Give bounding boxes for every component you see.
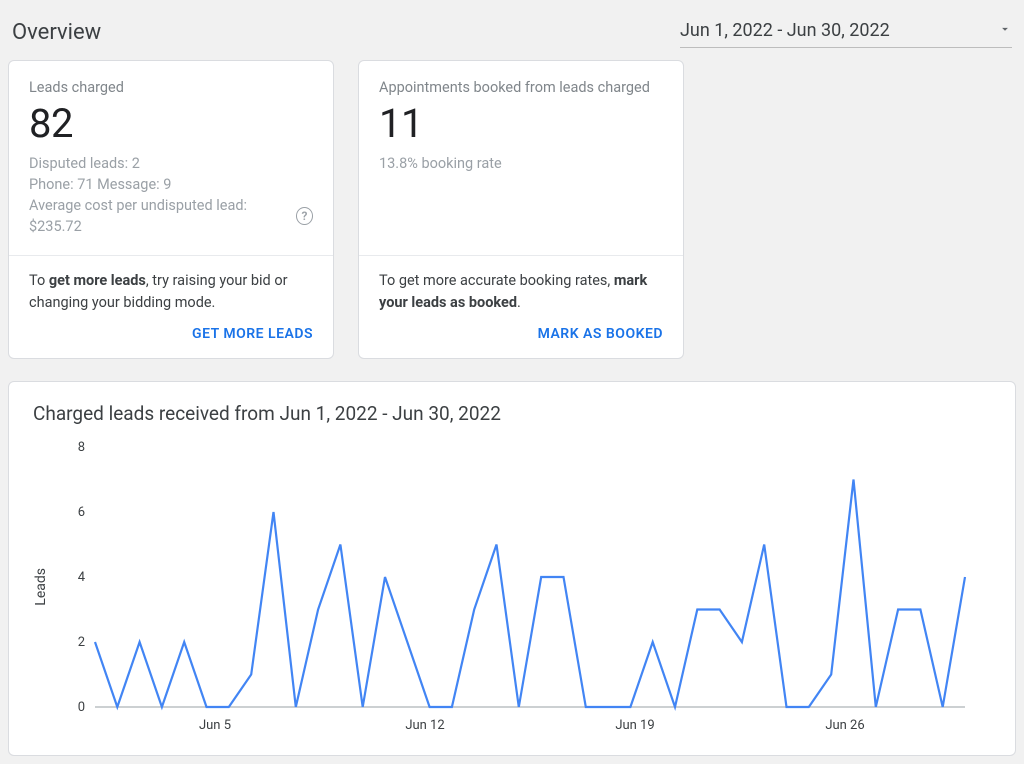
mark-as-booked-button[interactable]: MARK AS BOOKED bbox=[379, 314, 663, 352]
appointments-value: 11 bbox=[379, 100, 663, 147]
svg-text:Jun 19: Jun 19 bbox=[615, 718, 654, 733]
appointments-label: Appointments booked from leads charged bbox=[379, 79, 663, 96]
disputed-leads: Disputed leads: 2 bbox=[29, 153, 313, 174]
appointments-booked-card: Appointments booked from leads charged 1… bbox=[358, 60, 684, 359]
svg-text:Jun 12: Jun 12 bbox=[405, 718, 444, 733]
leads-charged-value: 82 bbox=[29, 100, 313, 147]
leads-charged-label: Leads charged bbox=[29, 79, 313, 96]
svg-text:6: 6 bbox=[78, 505, 85, 520]
date-range-label: Jun 1, 2022 - Jun 30, 2022 bbox=[680, 20, 890, 41]
phone-message-counts: Phone: 71 Message: 9 bbox=[29, 174, 313, 195]
page-title: Overview bbox=[12, 20, 101, 45]
avg-cost-per-lead: Average cost per undisputed lead: $235.7… bbox=[29, 195, 290, 237]
appointments-tip: To get more accurate booking rates, mark… bbox=[379, 270, 663, 314]
svg-text:8: 8 bbox=[78, 440, 85, 455]
leads-charged-card: Leads charged 82 Disputed leads: 2 Phone… bbox=[8, 60, 334, 359]
booking-rate: 13.8% booking rate bbox=[379, 153, 663, 174]
charged-leads-chart-card: Charged leads received from Jun 1, 2022 … bbox=[8, 381, 1016, 756]
chart-y-axis-label: Leads bbox=[33, 568, 49, 606]
svg-text:Jun 26: Jun 26 bbox=[825, 718, 864, 733]
help-icon[interactable]: ? bbox=[296, 207, 313, 225]
date-range-picker[interactable]: Jun 1, 2022 - Jun 30, 2022 bbox=[680, 16, 1012, 48]
get-more-leads-button[interactable]: GET MORE LEADS bbox=[29, 314, 313, 352]
svg-text:0: 0 bbox=[78, 700, 85, 715]
svg-text:Jun 5: Jun 5 bbox=[199, 718, 231, 733]
chart-title: Charged leads received from Jun 1, 2022 … bbox=[33, 402, 991, 425]
svg-text:4: 4 bbox=[78, 570, 86, 585]
leads-tip: To get more leads, try raising your bid … bbox=[29, 270, 313, 314]
charged-leads-chart: 0 2 4 6 8 Jun 5 Jun 12 Jun 19 Jun 26 bbox=[55, 437, 975, 737]
svg-text:2: 2 bbox=[78, 635, 85, 650]
chevron-down-icon bbox=[998, 20, 1012, 41]
